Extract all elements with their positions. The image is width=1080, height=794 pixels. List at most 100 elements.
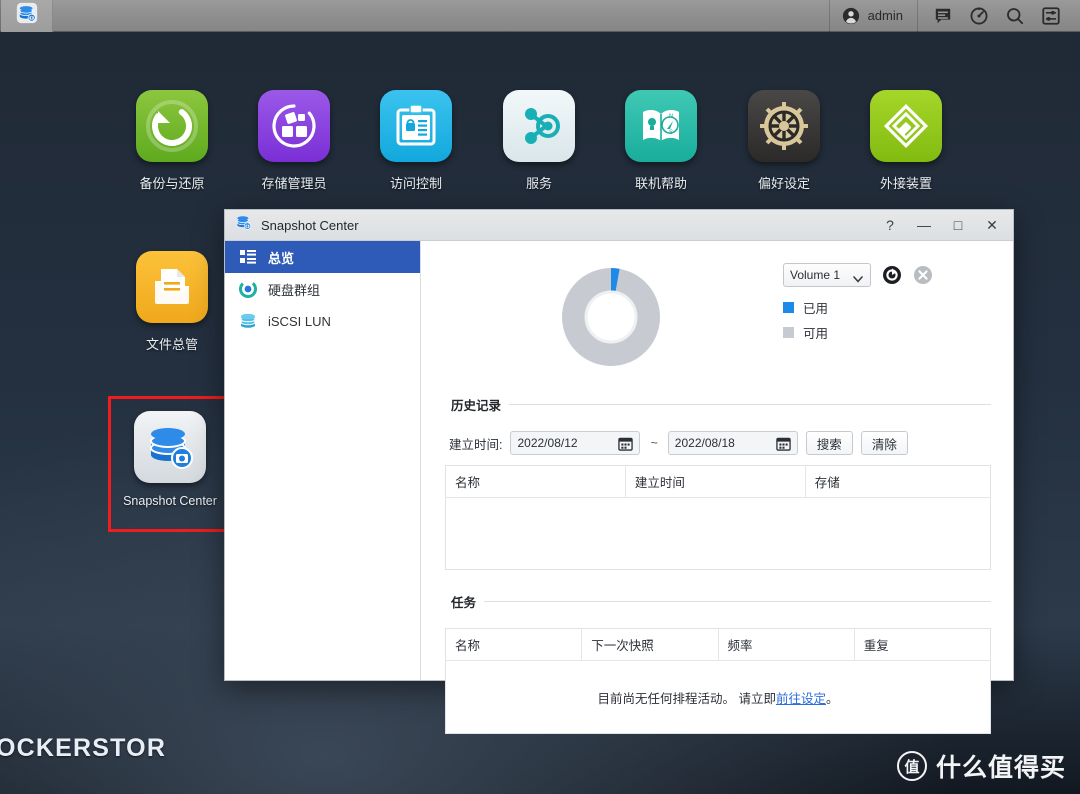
desktop-icon-label: 偏好设定 xyxy=(757,176,810,191)
desktop-icon-label: 联机帮助 xyxy=(634,176,687,191)
table-header-row: 名称 下一次快照 频率 重复 xyxy=(445,628,991,661)
tasks-empty-text-after: 。 xyxy=(825,691,839,706)
legend-label: 可用 xyxy=(803,327,829,341)
external-devices-icon xyxy=(870,90,942,162)
help-button[interactable]: ? xyxy=(873,210,907,240)
iscsi-lun-icon xyxy=(239,312,257,330)
svg-text:N: N xyxy=(669,114,673,120)
desktop-icon-label: 备份与还原 xyxy=(139,176,205,191)
taskbar-user-name: admin xyxy=(867,8,903,23)
desktop-icon-preferences[interactable]: 偏好设定 xyxy=(732,90,836,192)
watermark-text: 什么值得买 xyxy=(935,754,1066,782)
usage-legend-list: 已用 可用 xyxy=(783,298,933,342)
legend-swatch xyxy=(783,302,794,313)
tasks-col-frequency[interactable]: 频率 xyxy=(718,628,855,661)
snapshot-center-icon xyxy=(16,2,38,29)
window-body: 总览 硬盘群组 iSCSI LUN Volume 1 已用 可用 历史记录 建立… xyxy=(225,241,1013,734)
legend-label: 已用 xyxy=(803,302,829,316)
access-control-icon xyxy=(380,90,452,162)
legend-swatch xyxy=(783,327,794,338)
taskbar-app-button-snapshot-center[interactable] xyxy=(1,0,53,32)
clear-button[interactable]: 清除 xyxy=(860,431,908,455)
go-to-settings-link[interactable]: 前往设定 xyxy=(776,692,826,706)
search-icon[interactable] xyxy=(1006,7,1024,25)
window-titlebar[interactable]: Snapshot Center ? — □ ✕ xyxy=(225,210,1013,241)
sidebar-item-label: 硬盘群组 xyxy=(268,282,321,298)
desktop-icon-label: 外接装置 xyxy=(879,176,932,191)
sidebar-item-overview[interactable]: 总览 xyxy=(225,241,420,273)
section-divider xyxy=(445,404,991,405)
history-col-name[interactable]: 名称 xyxy=(445,465,626,498)
legend-item-available: 可用 xyxy=(783,323,933,342)
wallpaper-brand-text: OCKERSTOR xyxy=(0,734,167,762)
watermark: 值 什么值得买 xyxy=(896,748,1066,784)
window-icon xyxy=(235,214,252,236)
tasks-table-body: 目前尚无任何排程活动。 请立即前往设定。 xyxy=(445,661,991,734)
window-sidebar: 总览 硬盘群组 iSCSI LUN xyxy=(225,241,421,680)
date-range-separator: ~ xyxy=(650,436,658,450)
system-monitor-icon[interactable] xyxy=(970,7,988,25)
chevron-down-icon xyxy=(853,272,863,286)
tasks-table-header: 名称 下一次快照 频率 重复 xyxy=(445,628,991,661)
tasks-empty-message: 目前尚无任何排程活动。 请立即前往设定。 xyxy=(597,688,838,707)
online-help-icon: N S xyxy=(625,90,697,162)
desktop-icon-backup-restore[interactable]: 备份与还原 xyxy=(120,90,224,192)
date-to-input[interactable]: 2022/08/18 xyxy=(667,431,798,455)
tasks-col-name[interactable]: 名称 xyxy=(445,628,583,661)
taskbar-user-menu[interactable]: admin xyxy=(830,0,917,32)
tasks-col-next-snapshot[interactable]: 下一次快照 xyxy=(581,628,719,661)
maximize-button[interactable]: □ xyxy=(941,210,975,240)
overview-panel: Volume 1 已用 可用 历史记录 建立时间: 2022/08/12 ~ 2… xyxy=(421,241,1013,734)
date-to-value: 2022/08/18 xyxy=(674,436,735,450)
section-divider xyxy=(445,601,991,602)
control-panel-icon[interactable] xyxy=(1042,6,1060,25)
desktop-icon-external-devices[interactable]: 外接装置 xyxy=(854,90,958,192)
search-button[interactable]: 搜索 xyxy=(805,431,853,455)
sidebar-item-disk-group[interactable]: 硬盘群组 xyxy=(225,273,420,305)
created-time-label: 建立时间: xyxy=(449,437,503,452)
history-section: 历史记录 建立时间: 2022/08/12 ~ 2022/08/18 搜索 清除… xyxy=(445,395,991,570)
desktop-icon-snapshot-center[interactable]: Snapshot Center xyxy=(118,411,222,508)
sidebar-item-iscsi-lun[interactable]: iSCSI LUN xyxy=(225,305,420,337)
refresh-icon[interactable] xyxy=(882,265,902,285)
top-taskbar: admin xyxy=(0,0,1080,32)
history-section-title: 历史记录 xyxy=(445,395,510,414)
sidebar-item-label: 总览 xyxy=(268,250,295,266)
disk-group-icon xyxy=(239,280,257,298)
table-header-row: 名称 建立时间 存储 xyxy=(445,465,991,498)
date-from-input[interactable]: 2022/08/12 xyxy=(510,431,641,455)
history-table-body xyxy=(445,498,991,570)
watermark-badge: 值 xyxy=(896,751,927,781)
close-button[interactable]: ✕ xyxy=(975,210,1009,240)
snapshot-center-icon xyxy=(134,411,206,483)
preferences-icon xyxy=(748,90,820,162)
window-title: Snapshot Center xyxy=(261,217,359,233)
desktop-icon-services[interactable]: 服务 xyxy=(487,90,591,192)
user-avatar-icon xyxy=(842,7,860,25)
volume-select[interactable]: Volume 1 xyxy=(783,263,871,287)
window-controls: ? — □ ✕ xyxy=(873,210,1009,240)
tasks-col-repeat[interactable]: 重复 xyxy=(854,628,991,661)
tasks-section: 任务 名称 下一次快照 频率 重复 目前尚无任何排程活动。 请立即前往设定。 xyxy=(445,592,991,734)
overview-icon xyxy=(239,248,257,266)
desktop-icon-label: 服务 xyxy=(525,176,552,191)
taskbar-system-icons xyxy=(918,6,1080,25)
file-explorer-icon xyxy=(136,251,208,323)
minimize-button[interactable]: — xyxy=(907,210,941,240)
notifications-icon[interactable] xyxy=(934,7,952,25)
history-col-storage[interactable]: 存储 xyxy=(805,465,991,498)
volume-controls-row: Volume 1 xyxy=(783,263,933,287)
usage-legend-column: Volume 1 已用 可用 xyxy=(783,263,933,348)
legend-item-used: 已用 xyxy=(783,298,933,317)
desktop-icon-access-control[interactable]: 访问控制 xyxy=(364,90,468,192)
tasks-empty-text-before: 目前尚无任何排程活动。 请立即 xyxy=(597,691,776,706)
calendar-icon[interactable] xyxy=(776,436,791,454)
desktop-icon-file-explorer[interactable]: 文件总管 xyxy=(120,251,224,353)
desktop-icon-online-help[interactable]: N S 联机帮助 xyxy=(609,90,713,192)
history-col-created[interactable]: 建立时间 xyxy=(625,465,806,498)
usage-chart-row: Volume 1 已用 可用 xyxy=(421,241,1013,377)
calendar-icon[interactable] xyxy=(618,436,634,454)
desktop-icon-storage-manager[interactable]: 存储管理员 xyxy=(242,90,346,192)
delete-icon[interactable] xyxy=(913,265,933,285)
volume-select-value: Volume 1 xyxy=(790,268,841,282)
